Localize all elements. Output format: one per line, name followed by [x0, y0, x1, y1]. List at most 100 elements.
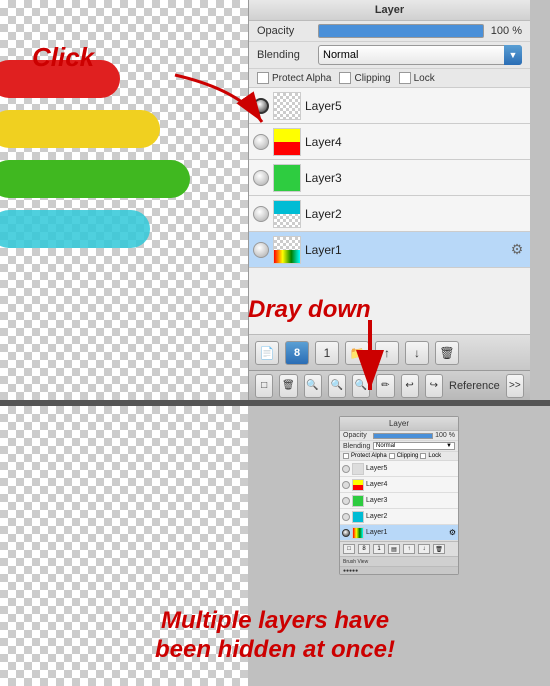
- mini-opacity-label: Opacity: [343, 432, 371, 439]
- blending-value: Normal: [323, 49, 358, 61]
- canvas-area: [0, 0, 248, 400]
- mini-opacity-value: 100 %: [435, 432, 455, 439]
- opacity-slider[interactable]: [318, 24, 484, 38]
- mini-layer5-name: Layer5: [366, 465, 456, 472]
- clipping-checkbox[interactable]: Clipping: [339, 72, 390, 84]
- mini-lock: Lock: [420, 453, 441, 459]
- mini-layer4-vis: [342, 481, 350, 489]
- mini-btn2: 8: [358, 544, 370, 554]
- opacity-row: Opacity 100 %: [249, 21, 530, 42]
- mini-layer2-vis: [342, 513, 350, 521]
- mini-clipping: Clipping: [389, 453, 419, 459]
- layer-row[interactable]: Layer3: [249, 160, 530, 196]
- folder-button[interactable]: 📁: [345, 341, 369, 365]
- bottom-canvas: [0, 406, 248, 686]
- new-layer-button[interactable]: 📄: [255, 341, 279, 365]
- layer4-visibility-toggle[interactable]: [253, 134, 269, 150]
- checkboxes-row: Protect Alpha Clipping Lock: [249, 69, 530, 88]
- green-bar: [0, 160, 190, 198]
- yellow-bar: [0, 110, 160, 148]
- export-button[interactable]: ↑: [375, 341, 399, 365]
- layer3-visibility-toggle[interactable]: [253, 170, 269, 186]
- mini-panel-title: Layer: [340, 417, 458, 431]
- layer-row[interactable]: Layer2: [249, 196, 530, 232]
- mini-toolbar: □ 8 1 ▤ ↑ ↓ 🗑: [340, 541, 458, 556]
- lock-box: [399, 72, 411, 84]
- blending-wrapper: Normal ▼: [318, 45, 522, 65]
- layer1-thumbnail: [273, 236, 301, 264]
- teal-bar: [0, 210, 150, 248]
- mini-btn6: ↓: [418, 544, 430, 554]
- import-button[interactable]: ↓: [405, 341, 429, 365]
- mini-layer3-vis: [342, 497, 350, 505]
- layer2-visibility-toggle[interactable]: [253, 206, 269, 222]
- layer2-name: Layer2: [305, 207, 526, 221]
- layer1-gear-icon[interactable]: ⚙: [508, 241, 526, 259]
- layer5-name: Layer5: [305, 99, 526, 113]
- opacity-label: Opacity: [257, 25, 312, 37]
- mini-layer-row: Layer1 ⚙: [340, 525, 458, 541]
- protect-alpha-box: [257, 72, 269, 84]
- mini-blending-label: Blending: [343, 443, 371, 450]
- mini-layer3-name: Layer3: [366, 497, 456, 504]
- layer-row[interactable]: Layer5: [249, 88, 530, 124]
- layers-list: Layer5 Layer4 Layer3: [249, 88, 530, 334]
- layer4-thumbnail: [273, 128, 301, 156]
- layer1-name: Layer1: [305, 243, 504, 257]
- delete-button[interactable]: 🗑: [435, 341, 459, 365]
- ref-zoom-out[interactable]: 🔍: [328, 374, 346, 398]
- mini-btn3: 1: [373, 544, 385, 554]
- panel-title: Layer: [249, 0, 530, 21]
- ref-btn6[interactable]: ↪: [425, 374, 443, 398]
- mini-layer1-name: Layer1: [366, 529, 447, 536]
- mini-layer3-thumb: [352, 495, 364, 507]
- group-count-button[interactable]: 8: [285, 341, 309, 365]
- layer-row[interactable]: Layer4: [249, 124, 530, 160]
- protect-alpha-checkbox[interactable]: Protect Alpha: [257, 72, 331, 84]
- ref-btn3[interactable]: 🔍: [352, 374, 370, 398]
- mini-layer5-vis: [342, 465, 350, 473]
- ref-btn5[interactable]: ↩: [401, 374, 419, 398]
- mini-bottom-info: ●●●●●: [343, 568, 358, 574]
- blending-select[interactable]: Normal ▼: [318, 45, 522, 65]
- mini-opacity-row: Opacity 100 %: [340, 431, 458, 441]
- ref-btn2[interactable]: 🗑: [279, 374, 297, 398]
- mini-layer-row: Layer3: [340, 493, 458, 509]
- opacity-value: 100 %: [490, 25, 522, 37]
- top-section: Layer Opacity 100 % Blending Normal ▼ Pr…: [0, 0, 550, 400]
- mini-layer4-name: Layer4: [366, 481, 456, 488]
- mini-lock-box: [420, 453, 426, 459]
- ref-btn4[interactable]: ✏: [376, 374, 394, 398]
- mini-ref-label: Brush View: [343, 559, 455, 565]
- layer1-visibility-toggle[interactable]: [253, 242, 269, 258]
- mini-btn4: ▤: [388, 544, 400, 554]
- layer5-visibility-toggle[interactable]: [253, 98, 269, 114]
- lock-checkbox[interactable]: Lock: [399, 72, 435, 84]
- blending-dropdown-arrow[interactable]: ▼: [504, 45, 522, 65]
- mini-layer2-name: Layer2: [366, 513, 456, 520]
- mini-layer-row: Layer2: [340, 509, 458, 525]
- clipping-box: [339, 72, 351, 84]
- mini-blending-select: Normal ▼: [373, 442, 455, 450]
- protect-alpha-label: Protect Alpha: [272, 73, 331, 84]
- mini-opacity-slider: [373, 433, 433, 439]
- mini-layer5-thumb: [352, 463, 364, 475]
- ref-zoom-in[interactable]: 🔍: [304, 374, 322, 398]
- mini-layer2-thumb: [352, 511, 364, 523]
- mini-gear-icon: ⚙: [449, 528, 456, 537]
- lock-label: Lock: [414, 73, 435, 84]
- mini-bottom-bar: ●●●●●: [340, 566, 458, 574]
- mini-blending-arrow: ▼: [446, 443, 452, 449]
- mini-btn1: □: [343, 544, 355, 554]
- single-button[interactable]: 1: [315, 341, 339, 365]
- layer5-thumbnail: [273, 92, 301, 120]
- ref-btn1[interactable]: □: [255, 374, 273, 398]
- mini-clipping-box: [389, 453, 395, 459]
- mini-blending-value: Normal: [376, 443, 395, 449]
- ref-more[interactable]: >>: [506, 374, 524, 398]
- clipping-label: Clipping: [354, 73, 390, 84]
- layer-row[interactable]: Layer1 ⚙: [249, 232, 530, 268]
- layer2-thumbnail: [273, 200, 301, 228]
- mini-layer1-vis: [342, 529, 350, 537]
- mini-btn7: 🗑: [433, 544, 445, 554]
